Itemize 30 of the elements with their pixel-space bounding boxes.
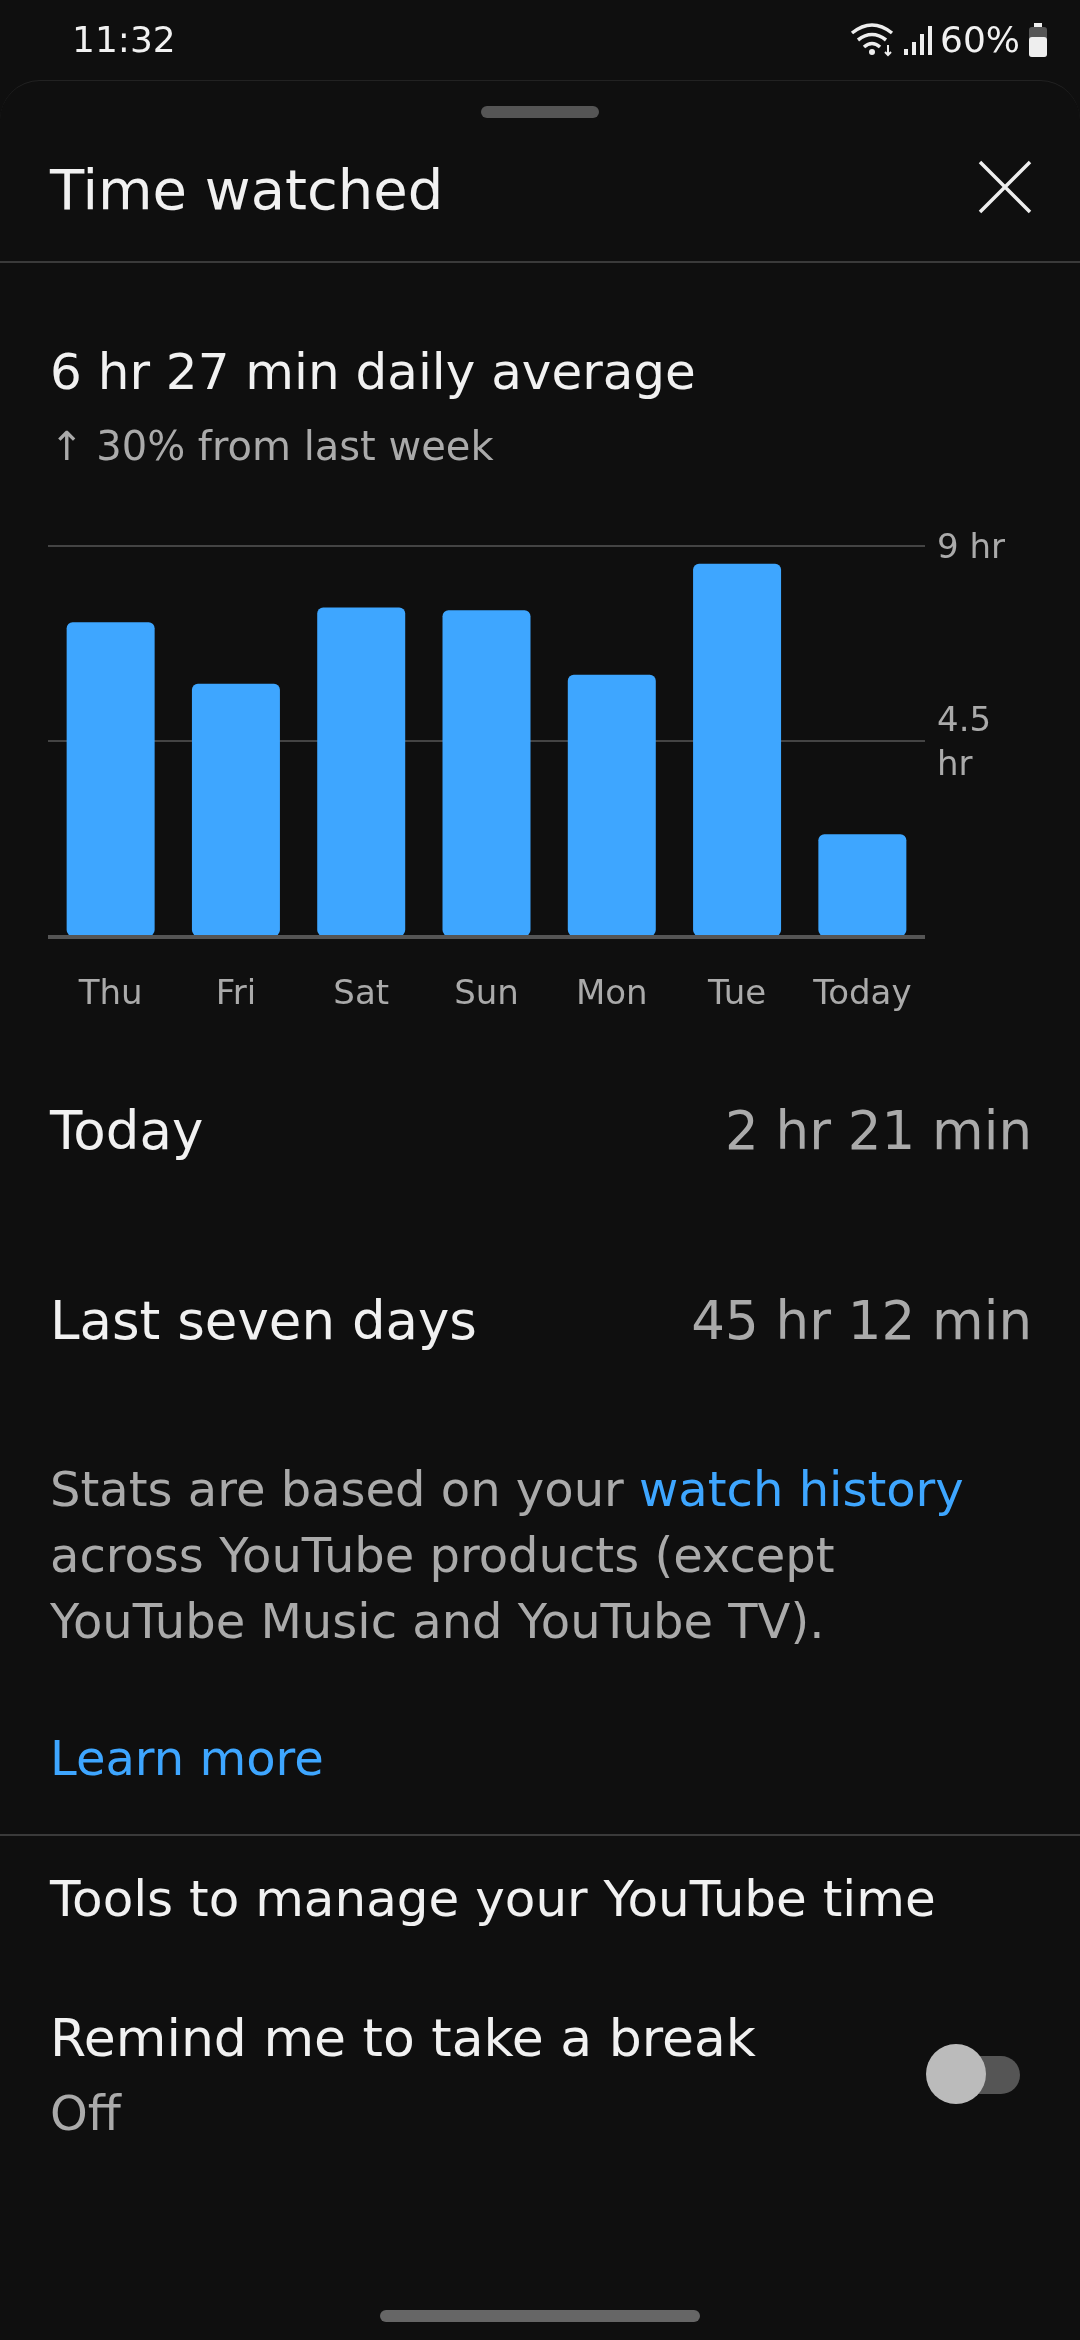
setting-status: Off — [50, 2084, 123, 2143]
axis-label: 4.5 hr — [937, 699, 992, 783]
sheet-title: Time watched — [50, 156, 444, 224]
day-label: Today — [813, 972, 912, 1012]
daily-average: 6 hr 27 min daily average — [50, 342, 697, 403]
day-label: Mon — [575, 972, 648, 1012]
status-time: 11:32 — [72, 18, 176, 62]
day-label: Thu — [78, 972, 143, 1012]
day-label: Fri — [215, 972, 257, 1012]
setting-label: Remind me to take a break — [50, 2007, 756, 2070]
stats-note: Stats are based on your watch history across YouTube products (except YouTube Music and YouTube TV). — [49, 1460, 965, 1651]
learn-more-link[interactable]: Learn more — [50, 1722, 324, 1794]
watch-history-link[interactable]: watch history — [639, 1461, 964, 1517]
close-button[interactable] — [978, 160, 1032, 214]
day-label: Sun — [454, 972, 519, 1012]
stat-value: 2 hr 21 min — [724, 1099, 1032, 1164]
day-label: Sat — [333, 972, 390, 1012]
signal-icon — [904, 25, 932, 55]
stat-value: 45 hr 12 min — [691, 1289, 1032, 1354]
battery-icon — [1028, 23, 1048, 57]
stat-label: Last seven days — [50, 1289, 477, 1354]
weekly-change: ↑ 30% from last week — [50, 422, 495, 471]
section-title: Tools to manage your YouTube time — [50, 1869, 937, 1930]
toggle-switch[interactable] — [926, 2044, 1020, 2104]
wifi-icon — [850, 23, 896, 57]
stat-label: Today — [50, 1099, 204, 1164]
drag-handle[interactable] — [481, 106, 599, 118]
day-label: Tue — [708, 972, 767, 1012]
axis-label: 9 hr — [937, 526, 1005, 566]
battery-percent: 60% — [940, 18, 1020, 62]
